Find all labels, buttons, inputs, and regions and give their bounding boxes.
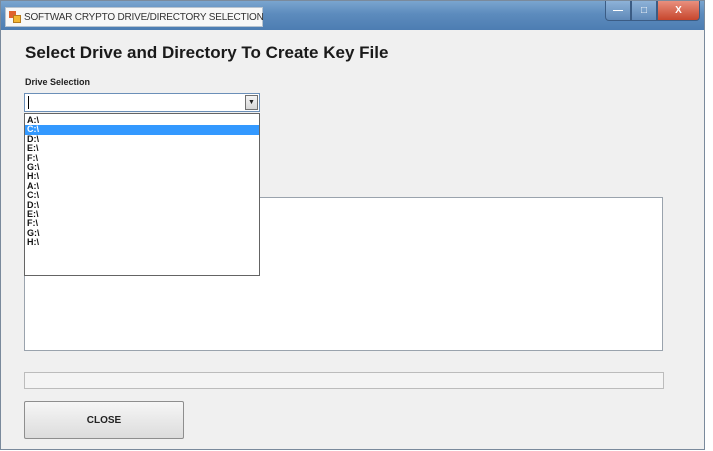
close-window-button[interactable]: X — [657, 1, 700, 21]
drive-option[interactable]: G:\ — [25, 228, 259, 238]
drive-option[interactable]: A:\ — [25, 181, 259, 191]
drive-combo[interactable]: ▼ — [24, 93, 260, 112]
main-window: SOFTWAR CRYPTO DRIVE/DIRECTORY SELECTION… — [0, 0, 705, 450]
minimize-button[interactable]: — — [605, 1, 631, 21]
drive-option[interactable]: C:\ — [25, 190, 259, 200]
drive-option[interactable]: H:\ — [25, 237, 259, 247]
title-tab: SOFTWAR CRYPTO DRIVE/DIRECTORY SELECTION — [5, 7, 264, 27]
chevron-down-icon[interactable]: ▼ — [245, 95, 258, 110]
title-bar[interactable]: SOFTWAR CRYPTO DRIVE/DIRECTORY SELECTION… — [1, 1, 704, 30]
drive-option[interactable]: F:\ — [25, 153, 259, 163]
text-caret — [28, 96, 29, 109]
app-icon — [9, 11, 21, 23]
drive-option[interactable]: E:\ — [25, 143, 259, 153]
window-title: SOFTWAR CRYPTO DRIVE/DIRECTORY SELECTION — [24, 11, 264, 23]
drive-option[interactable]: F:\ — [25, 218, 259, 228]
close-button[interactable]: CLOSE — [24, 401, 184, 439]
drive-option[interactable]: C:\ — [25, 124, 259, 135]
drive-option[interactable]: D:\ — [25, 134, 259, 144]
drive-dropdown-list: A:\ C:\ D:\ E:\ F:\ G:\ H:\ A:\ C:\ D:\ E:\ F:\ G:\ H… — [24, 113, 260, 276]
drive-option[interactable]: E:\ — [25, 209, 259, 219]
page-title: Select Drive and Directory To Create Key… — [25, 43, 389, 62]
window-controls: — □ X — [605, 1, 700, 21]
drive-option[interactable]: G:\ — [25, 162, 259, 172]
progress-bar — [24, 372, 664, 389]
drive-selection-label: Drive Selection — [25, 77, 91, 87]
drive-option[interactable]: H:\ — [25, 171, 259, 181]
drive-option[interactable]: D:\ — [25, 200, 259, 210]
maximize-button[interactable]: □ — [631, 1, 657, 21]
drive-option[interactable]: A:\ — [25, 115, 259, 125]
